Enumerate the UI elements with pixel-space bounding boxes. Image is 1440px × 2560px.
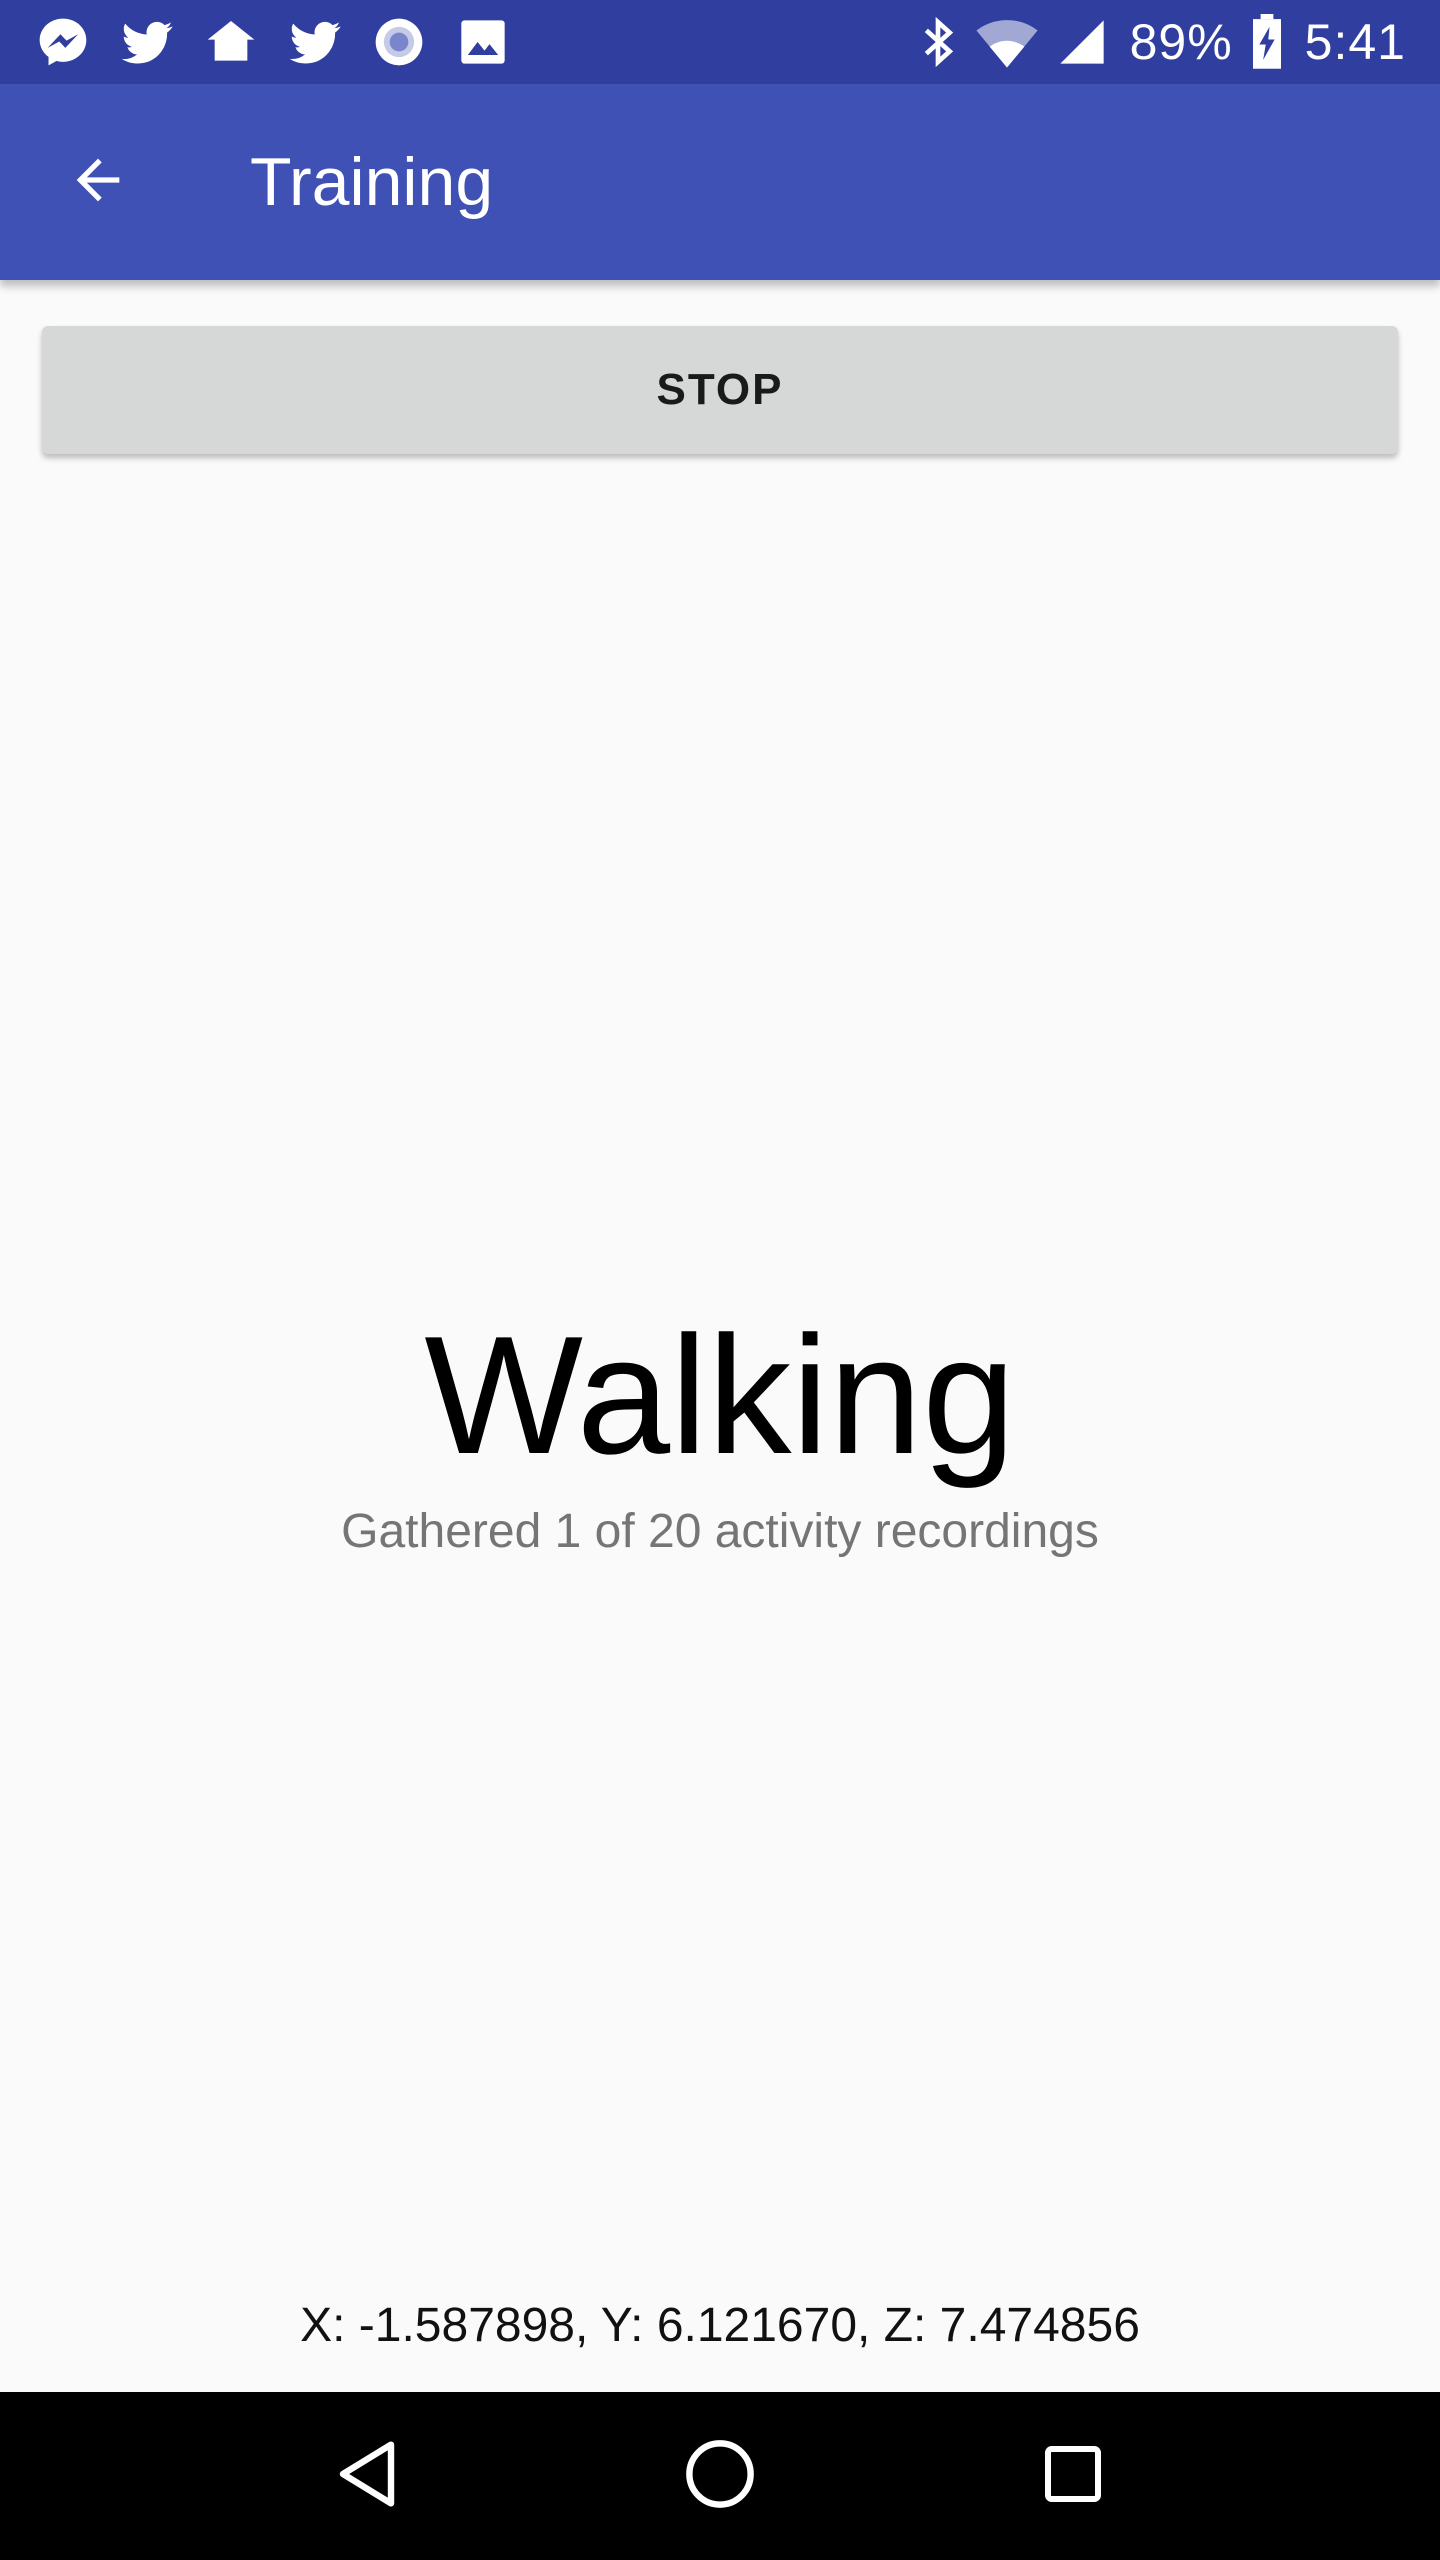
battery-charging-icon — [1251, 13, 1283, 71]
notification-icons — [34, 13, 538, 71]
page-title: Training — [250, 144, 494, 220]
twitter-icon — [286, 13, 344, 71]
record-icon — [370, 13, 428, 71]
training-screen: 89% 5:41 Training STOP Walking Gathered … — [0, 0, 1440, 2560]
twitter-icon — [118, 13, 176, 71]
app-bar: Training — [0, 84, 1440, 280]
status-bar: 89% 5:41 — [0, 0, 1440, 84]
activity-name: Walking — [424, 1301, 1016, 1489]
wifi-icon — [976, 13, 1038, 71]
system-nav-bar — [0, 2392, 1440, 2560]
battery-percent: 89% — [1129, 14, 1233, 70]
messenger-icon — [34, 13, 92, 71]
bluetooth-icon — [918, 13, 958, 71]
home-icon — [202, 13, 260, 71]
accelerometer-readout: X: -1.587898, Y: 6.121670, Z: 7.474856 — [300, 2299, 1140, 2352]
activity-progress: Gathered 1 of 20 activity recordings — [341, 1505, 1099, 1558]
nav-back-button[interactable] — [307, 2416, 427, 2536]
home-circle-icon — [685, 2439, 755, 2514]
nav-home-button[interactable] — [660, 2416, 780, 2536]
back-triangle-icon — [335, 2438, 399, 2515]
activity-block: Walking Gathered 1 of 20 activity record… — [0, 1290, 1440, 1559]
back-button[interactable] — [42, 126, 154, 238]
arrow-back-icon — [66, 148, 130, 217]
clock: 5:41 — [1304, 14, 1406, 70]
nav-recents-button[interactable] — [1013, 2416, 1133, 2536]
system-status: 89% 5:41 — [900, 13, 1406, 71]
recents-square-icon — [1043, 2444, 1103, 2509]
cell-signal-icon — [1056, 13, 1108, 71]
image-icon — [454, 13, 512, 71]
stop-button[interactable]: STOP — [42, 326, 1398, 454]
